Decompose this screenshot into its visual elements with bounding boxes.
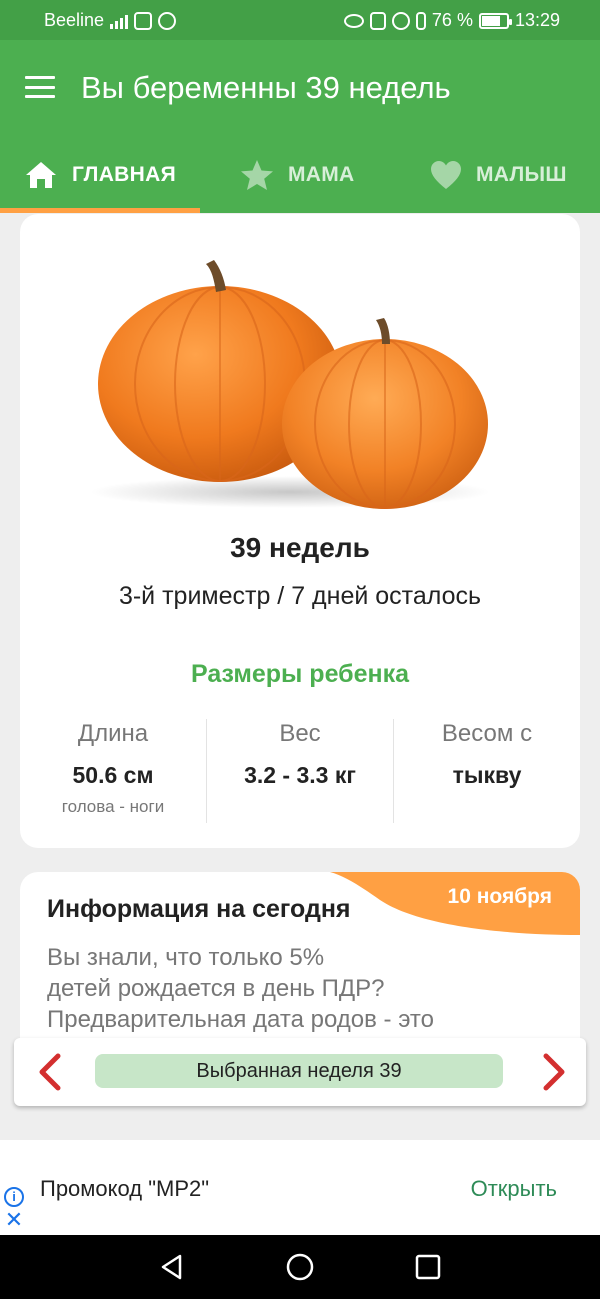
viber-icon [158, 11, 177, 30]
stat-value: тыкву [452, 762, 522, 788]
vibrate-icon [415, 11, 426, 30]
week-selector: Выбранная неделя 39 [14, 1038, 586, 1106]
week-subtitle: 3-й триместр / 7 дней осталось [118, 582, 482, 610]
eye-icon [343, 13, 364, 28]
tab-baby-label: МАЛЫШ [476, 162, 567, 186]
tab-baby[interactable]: МАЛЫШ [430, 136, 567, 213]
status-right: 76 % 13:29 [343, 10, 560, 31]
signal-icon [110, 13, 129, 29]
system-nav-bar [0, 1235, 600, 1299]
info-line: Предварительная дата родов - это [47, 1006, 434, 1033]
week-title: 39 недель [230, 532, 370, 563]
ad-banner[interactable]: i ✕ Промокод "МР2" Открыть [0, 1140, 600, 1235]
stat-value: 50.6 см [72, 762, 154, 788]
page-title: Вы беременны 39 недель [81, 70, 451, 105]
status-left: Beeline [44, 10, 177, 31]
recents-icon[interactable] [414, 1253, 442, 1281]
info-line: Вы знали, что только 5% [47, 944, 325, 971]
heart-icon [431, 160, 461, 189]
tab-mom[interactable]: МАМА [240, 136, 355, 213]
stat-note: голова - ноги [61, 797, 165, 816]
tab-home[interactable]: ГЛАВНАЯ [24, 136, 176, 213]
nfc-icon [369, 11, 386, 30]
ad-text: Промокод "МР2" [40, 1176, 210, 1201]
stat-label: Длина [77, 720, 149, 747]
stat-weight: Вес 3.2 - 3.3 кг [207, 720, 393, 789]
back-icon[interactable] [158, 1253, 186, 1281]
selected-week-label[interactable]: Выбранная неделя 39 [95, 1054, 503, 1088]
home-nav-icon[interactable] [286, 1253, 314, 1281]
stat-length: Длина 50.6 см голова - ноги [20, 720, 206, 817]
home-icon [26, 161, 56, 188]
tab-mom-label: МАМА [288, 162, 355, 186]
status-bar: Beeline 76 % 13:29 [0, 0, 600, 40]
app-bar: Вы беременны 39 недель [0, 40, 600, 136]
menu-icon[interactable] [25, 76, 55, 98]
tab-bar: ГЛАВНАЯ МАМА МАЛЫШ [0, 136, 600, 213]
battery-percent: 76 % [431, 10, 473, 30]
carrier-label: Beeline [44, 10, 105, 30]
chevron-right-icon[interactable] [532, 1052, 572, 1092]
chevron-left-icon[interactable] [32, 1052, 72, 1092]
stat-label: Весом с [441, 720, 533, 747]
tab-home-label: ГЛАВНАЯ [72, 162, 176, 186]
stat-compare: Весом с тыкву [394, 720, 580, 789]
clock: 13:29 [514, 10, 560, 30]
pumpkin-image [90, 244, 510, 524]
info-icon[interactable]: i [4, 1187, 24, 1207]
ad-open-button[interactable]: Открыть [471, 1176, 557, 1202]
battery-level [481, 15, 501, 26]
stat-label: Вес [279, 720, 321, 747]
stat-value: 3.2 - 3.3 кг [244, 762, 356, 788]
baby-sizes-title: Размеры ребенка [190, 660, 410, 688]
close-icon[interactable]: ✕ [4, 1209, 24, 1231]
date-label: 10 ноября [447, 885, 552, 908]
info-line: детей рождается в день ПДР? [47, 975, 385, 1002]
alarm-icon [391, 11, 410, 30]
app-notification-icon [134, 11, 153, 30]
star-icon [241, 159, 273, 190]
info-title: Информация на сегодня [47, 895, 351, 923]
tab-indicator [0, 208, 200, 213]
week-card: 39 недель 3-й триместр / 7 дней осталось… [20, 214, 580, 848]
info-body: Вы знали, что только 5% детей рождается … [47, 942, 517, 1035]
battery-icon [478, 12, 512, 29]
